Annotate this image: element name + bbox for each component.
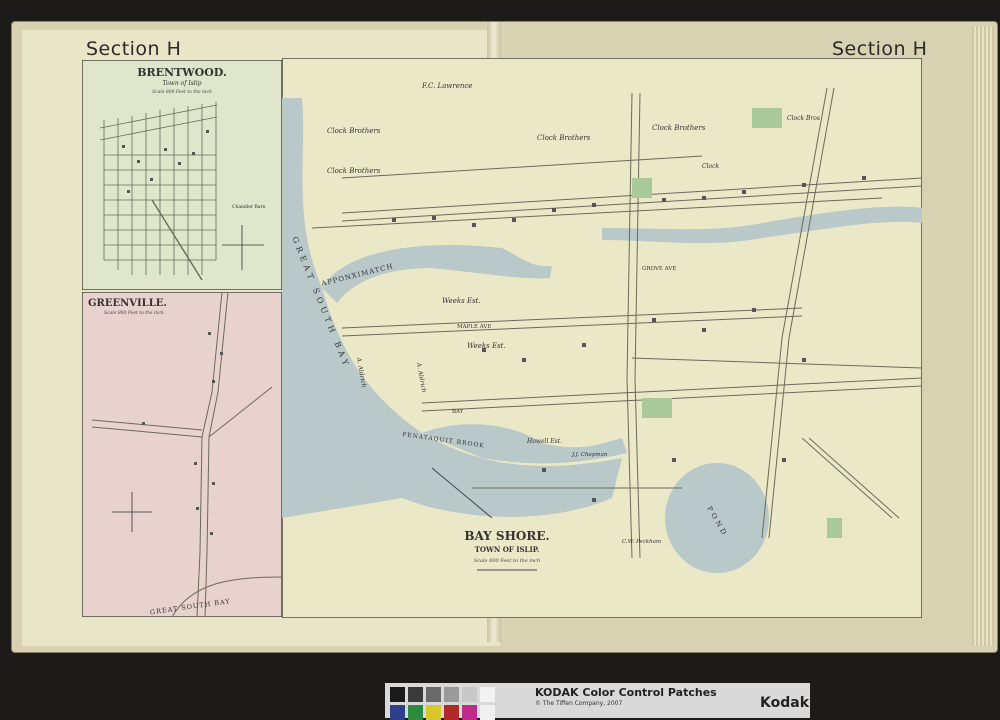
greenville-scale: Scale 800 Feet to the inch bbox=[104, 310, 164, 316]
estate-green-2 bbox=[632, 178, 652, 198]
bayshore-map: F.C. Lawrence Clock Brothers Clock Broth… bbox=[282, 58, 922, 618]
page-edges bbox=[972, 26, 994, 646]
gray-patch bbox=[462, 687, 477, 702]
gray-patch bbox=[480, 687, 495, 702]
bayshore-scale: Scale 800 Feet to the inch bbox=[474, 558, 540, 564]
kodak-title: KODAK Color Control Patches bbox=[535, 686, 717, 699]
brentwood-title: BRENTWOOD. bbox=[137, 66, 227, 79]
kodak-subtitle: © The Tiffen Company, 2007 bbox=[535, 700, 623, 707]
section-label-left: Section H bbox=[86, 38, 182, 60]
gray-patch bbox=[390, 687, 405, 702]
estate-green-3 bbox=[642, 398, 672, 418]
section-label-right: Section H bbox=[832, 38, 928, 60]
estate-green-1 bbox=[752, 108, 782, 128]
owner-peckham: C.W. Peckham bbox=[622, 539, 661, 545]
owner-clock-5: Clock Bros bbox=[787, 115, 820, 122]
brentwood-map: BRENTWOOD. Town of Islip Scale 800 Feet … bbox=[82, 60, 282, 290]
gray-patch bbox=[444, 687, 459, 702]
street-bay: BAY bbox=[452, 409, 464, 415]
estate-green-4 bbox=[827, 518, 842, 538]
brentwood-landmark: Chandler Barn bbox=[232, 204, 266, 210]
owner-lawrence: F.C. Lawrence bbox=[421, 82, 472, 90]
greenville-title: GREENVILLE. bbox=[88, 298, 167, 309]
owner-clock-4: Clock Brothers bbox=[652, 124, 706, 132]
owner-howell: Howell Est. bbox=[526, 438, 562, 445]
owner-clock-1: Clock Brothers bbox=[327, 127, 381, 135]
gray-patch bbox=[426, 687, 441, 702]
owner-clock-2: Clock Brothers bbox=[327, 167, 381, 175]
street-grove: GROVE AVE bbox=[642, 266, 676, 272]
bayshore-town: TOWN OF ISLIP. bbox=[475, 545, 540, 554]
owner-weeks-2: Weeks Est. bbox=[467, 342, 506, 350]
gray-patch bbox=[408, 687, 423, 702]
owner-weeks-1: Weeks Est. bbox=[442, 297, 481, 305]
owner-clock-field: Clock bbox=[702, 163, 719, 170]
owner-clock-3: Clock Brothers bbox=[537, 134, 591, 142]
greenville-map: GREENVILLE. Scale 800 Feet to the inch G… bbox=[82, 292, 282, 617]
street-maple: MAPLE AVE bbox=[457, 324, 491, 330]
brentwood-subtitle: Town of Islip bbox=[163, 80, 202, 87]
owner-chapman: J.J. Chapman bbox=[571, 452, 608, 458]
bayshore-title: BAY SHORE. bbox=[464, 529, 549, 543]
kodak-logo: Kodak bbox=[760, 695, 809, 711]
brentwood-scale: Scale 800 Feet to the inch bbox=[152, 89, 212, 95]
